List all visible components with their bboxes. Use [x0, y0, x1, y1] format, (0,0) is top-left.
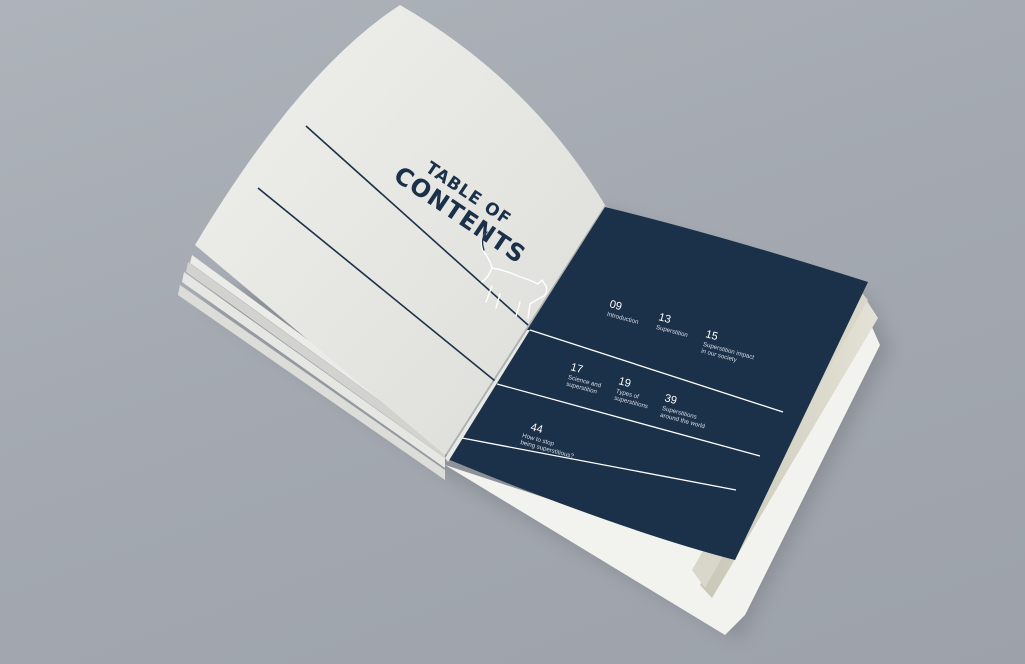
booklet-photo: TABLE OF CONTENTS 09 Introduction 13 Sup…	[178, 5, 890, 640]
